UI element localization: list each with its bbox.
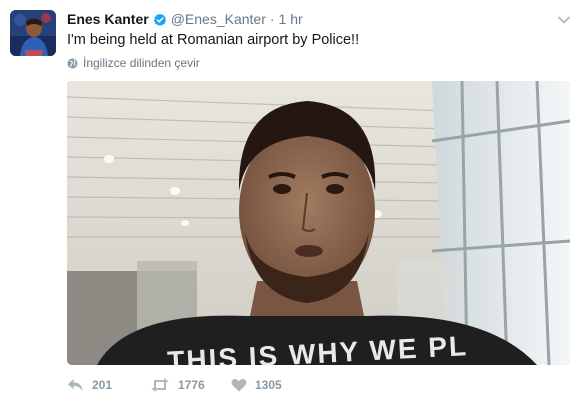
heart-icon: [231, 378, 247, 392]
tweet-text: I'm being held at Romanian airport by Po…: [67, 32, 360, 48]
tweet-card: Enes Kanter @Enes_Kanter · 1 hr I'm bein…: [0, 0, 585, 405]
like-count: 1305: [255, 378, 282, 392]
author-name[interactable]: Enes Kanter: [67, 9, 149, 29]
globe-icon: [67, 58, 78, 69]
time-separator: ·: [269, 11, 275, 27]
tweet-video[interactable]: THIS IS WHY WE PL: [67, 81, 570, 365]
retweet-count: 1776: [178, 378, 205, 392]
translate-label: İngilizce dilinden çevir: [83, 56, 200, 70]
reply-icon: [67, 378, 84, 392]
avatar[interactable]: [10, 10, 56, 56]
retweet-button[interactable]: 1776: [150, 378, 231, 392]
like-button[interactable]: 1305: [231, 378, 282, 392]
tweet-actions: 201 1776 1305: [67, 375, 282, 395]
verified-badge-icon: [153, 12, 167, 26]
author-handle[interactable]: @Enes_Kanter: [171, 9, 266, 29]
reply-count: 201: [92, 378, 113, 392]
retweet-icon: [150, 378, 170, 392]
tweet-header: Enes Kanter @Enes_Kanter · 1 hr: [67, 9, 303, 29]
translate-link[interactable]: İngilizce dilinden çevir: [67, 55, 200, 71]
chevron-down-icon[interactable]: [557, 12, 571, 24]
timestamp[interactable]: 1 hr: [279, 9, 303, 29]
reply-button[interactable]: 201: [67, 378, 150, 392]
